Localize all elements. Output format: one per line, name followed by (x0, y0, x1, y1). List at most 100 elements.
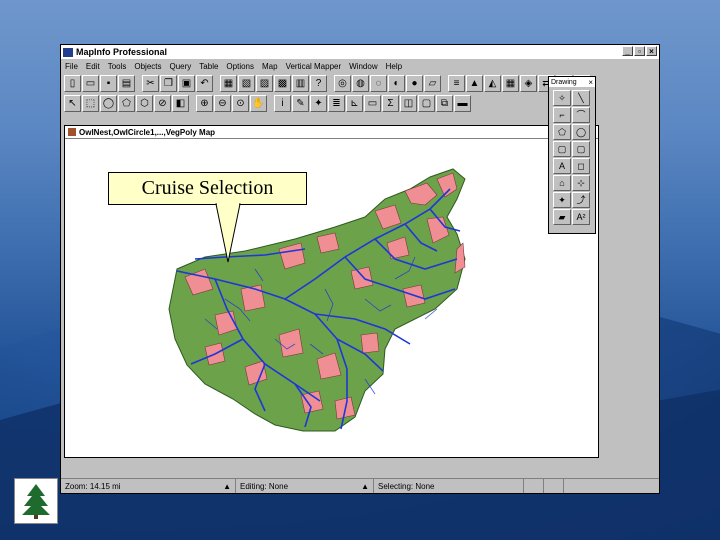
selecting-readout: Selecting: None (378, 481, 435, 491)
help-icon[interactable]: ? (310, 74, 327, 92)
info-icon[interactable]: i (274, 94, 291, 112)
zoom-readout: Zoom: 14.15 mi (65, 481, 121, 491)
ruler-icon[interactable]: ⊾ (346, 94, 363, 112)
drawing-palette: Drawing × ✧ ╲ ⌐ ⌒ ⬠ ◯ ▢ ▢ A ◻ ⌂ ⊹ ✦ ⤴ ▰ … (548, 76, 596, 234)
cruise-selection-callout: Cruise Selection (108, 172, 307, 205)
grid-icon[interactable]: ▦ (502, 74, 519, 92)
zoom-dropdown-icon[interactable]: ▲ (223, 482, 231, 491)
open-folder-icon[interactable]: ▭ (82, 74, 99, 92)
tool-d-icon[interactable]: ◐ (388, 74, 405, 92)
map-window-icon (68, 128, 76, 136)
paste-icon[interactable]: ▣ (178, 74, 195, 92)
forest-logo (14, 478, 58, 524)
app-icon (63, 47, 73, 57)
close-button[interactable]: × (646, 46, 657, 56)
menu-window[interactable]: Window (349, 62, 377, 71)
polyline-tool-icon[interactable]: ⌐ (553, 107, 571, 123)
tool-c-icon[interactable]: ◌ (370, 74, 387, 92)
hotlink-icon[interactable]: ⧉ (436, 94, 453, 112)
marquee-select-icon[interactable]: ⬚ (82, 94, 99, 112)
grabber-hand-icon[interactable]: ✋ (250, 94, 267, 112)
symbol-tool-icon[interactable]: ✧ (553, 90, 571, 106)
cut-icon[interactable]: ✂ (142, 74, 159, 92)
color-icon[interactable]: ◈ (520, 74, 537, 92)
scale-bar-icon[interactable]: ▬ (454, 94, 471, 112)
set-target-icon[interactable]: ◫ (400, 94, 417, 112)
legend-icon[interactable]: ▭ (364, 94, 381, 112)
new-browser-icon[interactable]: ▦ (220, 74, 237, 92)
change-view-icon[interactable]: ⊙ (232, 94, 249, 112)
new-file-icon[interactable]: ▯ (64, 74, 81, 92)
menu-tools[interactable]: Tools (108, 62, 127, 71)
text-tool-icon[interactable]: A (553, 158, 571, 174)
map-window-titlebar: OwlNest,OwlCircle1,...,VegPoly Map _ ▫ × (65, 126, 598, 139)
menu-vertical-mapper[interactable]: Vertical Mapper (286, 62, 342, 71)
tree-icon (22, 484, 50, 519)
arc-tool-icon[interactable]: ⌒ (572, 107, 590, 123)
add-node-tool-icon[interactable]: ⊹ (572, 175, 590, 191)
region-style-icon[interactable]: ▰ (553, 209, 571, 225)
layer-icon[interactable]: ≡ (448, 74, 465, 92)
undo-icon[interactable]: ↶ (196, 74, 213, 92)
rectangle-tool-icon[interactable]: ▢ (553, 141, 571, 157)
globe-icon[interactable]: ● (406, 74, 423, 92)
statistics-icon[interactable]: Σ (382, 94, 399, 112)
frame-tool-icon[interactable]: ◻ (572, 158, 590, 174)
menu-options[interactable]: Options (226, 62, 254, 71)
reshape-tool-icon[interactable]: ⌂ (553, 175, 571, 191)
tool-b-icon[interactable]: ◍ (352, 74, 369, 92)
contour-icon[interactable]: ◭ (484, 74, 501, 92)
polygon-tool-icon[interactable]: ⬠ (553, 124, 571, 140)
label-icon[interactable]: ✎ (292, 94, 309, 112)
menubar: File Edit Tools Objects Query Table Opti… (61, 59, 659, 73)
callout-text: Cruise Selection (141, 177, 274, 199)
clip-region-icon[interactable]: ▢ (418, 94, 435, 112)
map-window-title: OwlNest,OwlCircle1,...,VegPoly Map (79, 127, 216, 137)
status-editing[interactable]: Editing: None ▲ (236, 479, 374, 493)
copy-icon[interactable]: ❐ (160, 74, 177, 92)
text-style-icon[interactable]: A² (572, 209, 590, 225)
status-spare-1 (524, 479, 544, 493)
tool-a-icon[interactable]: ◎ (334, 74, 351, 92)
menu-objects[interactable]: Objects (134, 62, 161, 71)
menu-map[interactable]: Map (262, 62, 278, 71)
print-icon[interactable]: ▤ (118, 74, 135, 92)
drag-window-icon[interactable]: ✦ (310, 94, 327, 112)
ellipse-tool-icon[interactable]: ◯ (572, 124, 590, 140)
rounded-rect-tool-icon[interactable]: ▢ (572, 141, 590, 157)
editing-readout: Editing: None (240, 481, 289, 491)
editing-dropdown-icon[interactable]: ▲ (361, 482, 369, 491)
layer-control-icon[interactable]: ≣ (328, 94, 345, 112)
zoom-in-icon[interactable]: ⊕ (196, 94, 213, 112)
statusbar: Zoom: 14.15 mi ▲ Editing: None ▲ Selecti… (61, 478, 659, 493)
tool-f-icon[interactable]: ▱ (424, 74, 441, 92)
radius-select-icon[interactable]: ◯ (100, 94, 117, 112)
status-zoom[interactable]: Zoom: 14.15 mi ▲ (61, 479, 236, 493)
menu-table[interactable]: Table (199, 62, 218, 71)
line-style-icon[interactable]: ⤴ (572, 192, 590, 208)
symbol-style-icon[interactable]: ✦ (553, 192, 571, 208)
new-layout-icon[interactable]: ▩ (274, 74, 291, 92)
line-tool-icon[interactable]: ╲ (572, 90, 590, 106)
drawing-palette-title: Drawing (551, 78, 577, 86)
maximize-button[interactable]: ▫ (634, 46, 645, 56)
status-selecting[interactable]: Selecting: None (374, 479, 524, 493)
menu-help[interactable]: Help (386, 62, 402, 71)
select-arrow-icon[interactable]: ↖ (64, 94, 81, 112)
save-icon[interactable]: ▪ (100, 74, 117, 92)
unselect-icon[interactable]: ⊘ (154, 94, 171, 112)
surface-icon[interactable]: ▲ (466, 74, 483, 92)
new-grapher-icon[interactable]: ▨ (256, 74, 273, 92)
drawing-palette-titlebar: Drawing × (549, 77, 595, 87)
minimize-button[interactable]: _ (622, 46, 633, 56)
menu-edit[interactable]: Edit (86, 62, 100, 71)
polygon-select-icon[interactable]: ⬠ (118, 94, 135, 112)
drawing-close-button[interactable]: × (588, 78, 593, 87)
invert-select-icon[interactable]: ◧ (172, 94, 189, 112)
redistrict-icon[interactable]: ▥ (292, 74, 309, 92)
new-mapper-icon[interactable]: ▧ (238, 74, 255, 92)
zoom-out-icon[interactable]: ⊖ (214, 94, 231, 112)
menu-query[interactable]: Query (170, 62, 192, 71)
boundary-select-icon[interactable]: ⬡ (136, 94, 153, 112)
menu-file[interactable]: File (65, 62, 78, 71)
